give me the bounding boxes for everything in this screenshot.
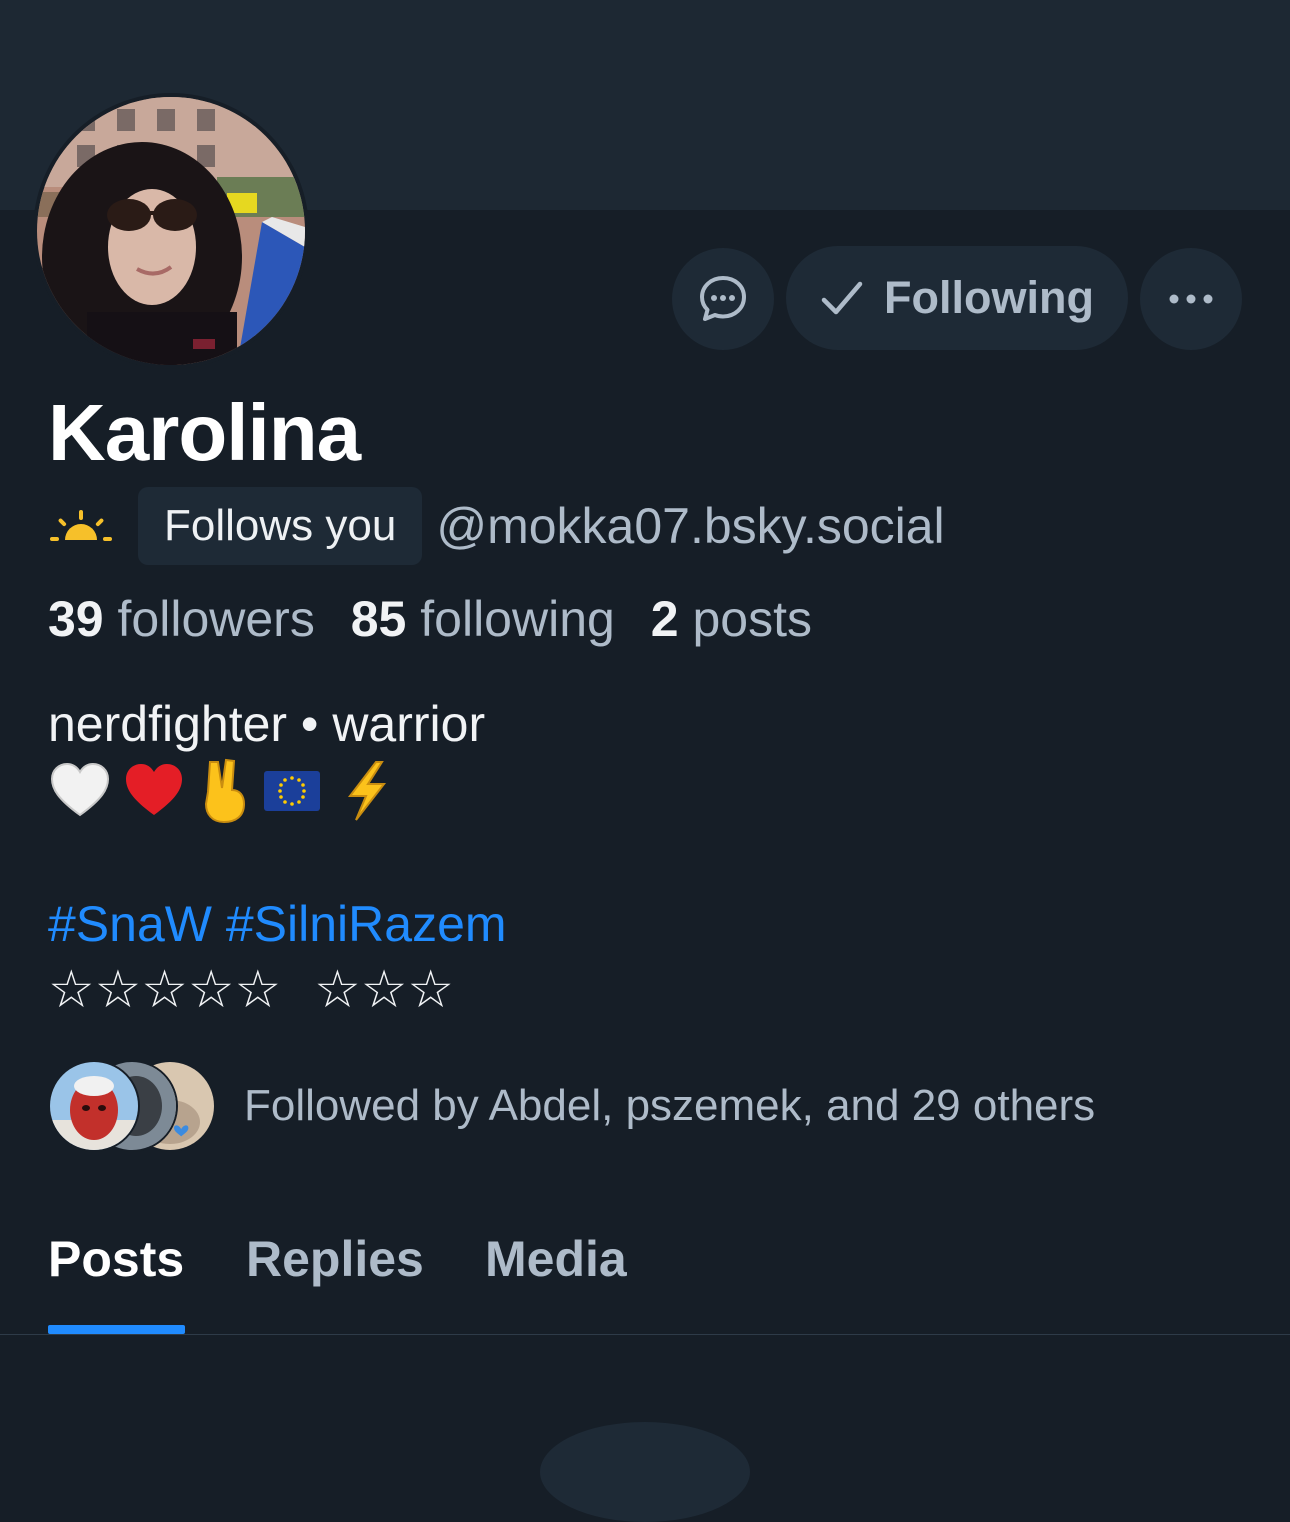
known-followers-text: Followed by Abdel, pszemek, and 29 other… [244,1081,1096,1130]
eu-flag-icon [264,771,320,811]
victory-hand-icon [204,758,246,824]
red-heart-icon [126,764,182,815]
hashtag-link[interactable]: #SilniRazem [226,896,507,952]
lightning-icon [347,761,387,821]
display-name: Karolina [48,388,361,477]
followers-stat[interactable]: 39 followers [48,591,315,647]
following-count: 85 [350,591,407,647]
follows-you-badge: Follows you [138,487,423,565]
chat-bubble-icon [700,276,746,321]
sunrise-icon [50,510,112,541]
profile-stats: 39 followers 85 following 2 posts [48,590,834,648]
tab-replies[interactable]: Replies [246,1230,424,1288]
profile-meta-row: Follows you @mokka07.bsky.social [48,486,945,566]
active-tab-indicator [48,1325,185,1334]
white-heart-icon [50,762,110,817]
ellipsis-icon [1169,294,1213,304]
followers-label: followers [117,591,315,647]
follower-avatar [48,1060,140,1152]
profile-handle[interactable]: @mokka07.bsky.social [436,497,944,555]
following-label: following [420,591,615,647]
bio-hashtags: #SnaW #SilniRazem [48,890,507,958]
profile-avatar[interactable] [33,93,309,369]
avatar-photo [37,97,305,365]
known-followers[interactable]: Followed by Abdel, pszemek, and 29 other… [48,1060,1095,1152]
more-options-button[interactable] [1140,248,1242,350]
checkmark-icon [821,281,863,315]
tab-media[interactable]: Media [485,1230,627,1288]
followers-count: 39 [48,591,104,647]
posts-label: posts [692,591,812,647]
following-stat[interactable]: 85 following [351,591,615,647]
hashtag-link[interactable]: #SnaW [48,896,212,952]
tab-posts[interactable]: Posts [48,1230,184,1288]
following-button-label: Following [884,272,1094,323]
message-button[interactable] [672,248,774,350]
bio-emoji-row [48,756,404,826]
posts-stat: 2 posts [651,591,812,647]
profile-tabs: Posts Replies Media [0,1220,1290,1335]
post-avatar-partial [540,1422,750,1522]
known-followers-avatars [48,1060,216,1152]
bio-stars: ☆☆☆☆☆ ☆☆☆ [48,960,454,1020]
posts-count: 2 [650,591,679,647]
bio-line: nerdfighter • warrior [48,696,486,752]
following-button[interactable]: Following [786,246,1128,350]
